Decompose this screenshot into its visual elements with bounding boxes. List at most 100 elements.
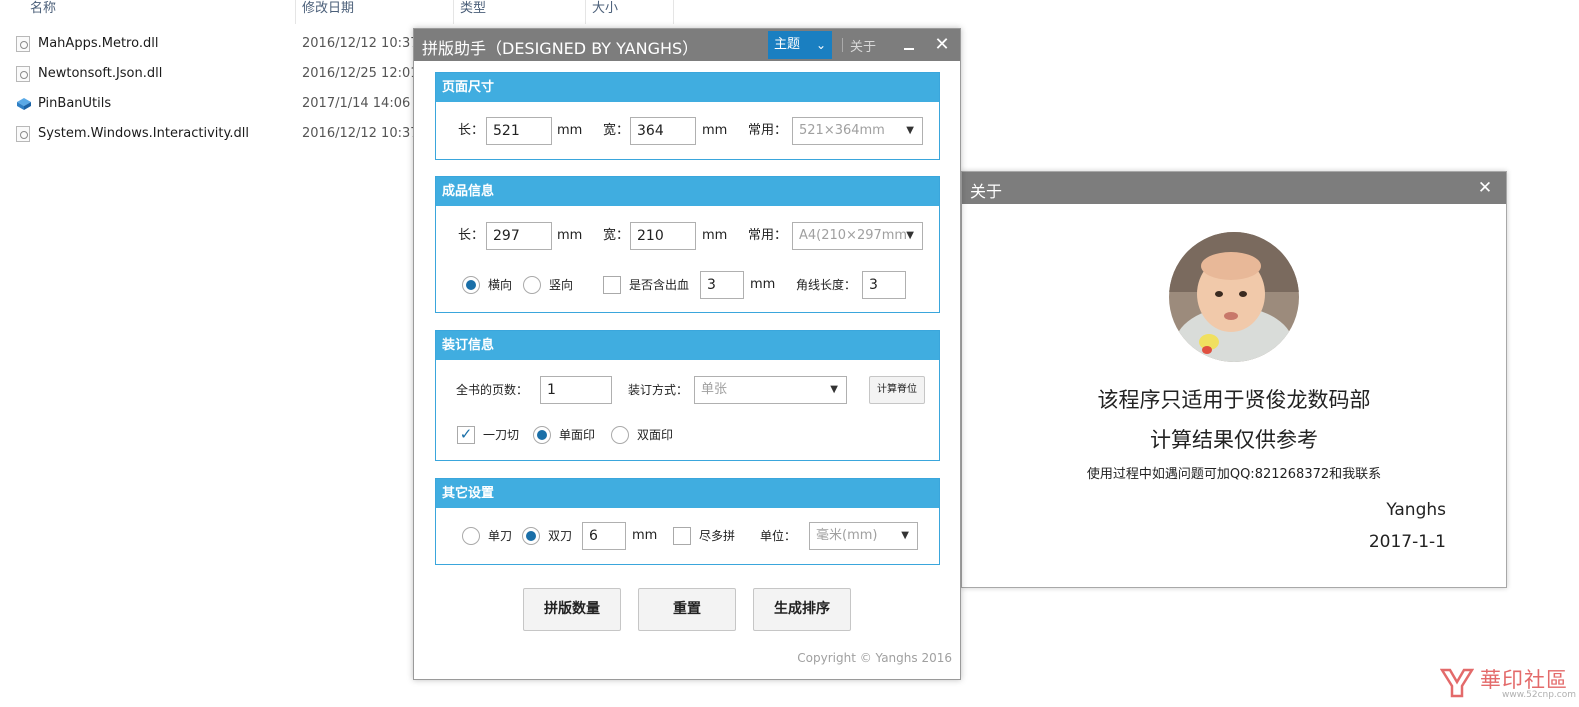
file-date: 2016/12/12 10:37 (302, 36, 419, 51)
product-width-input[interactable] (630, 222, 696, 250)
minimize-icon[interactable] (898, 33, 920, 57)
single-blade-radio[interactable] (462, 527, 480, 545)
product-common-select[interactable]: A4(210×297mm ▼ (792, 222, 923, 250)
product-width-label: 宽： (603, 228, 630, 243)
calc-spine-button[interactable]: 计算脊位 (869, 376, 925, 404)
page-width-label: 宽： (603, 123, 630, 138)
close-icon[interactable]: ✕ (930, 33, 954, 57)
dll-file-icon (16, 126, 30, 142)
about-author: Yanghs (1386, 500, 1446, 520)
page-size-group: 页面尺寸 长： mm 宽： mm 常用： 521×364mm ▼ (435, 72, 940, 160)
product-length-input[interactable] (486, 222, 552, 250)
about-line-1: 该程序只适用于贤俊龙数码部 (1097, 388, 1371, 412)
blade-unit: mm (632, 528, 658, 543)
page-length-label: 长： (458, 123, 485, 138)
portrait-label: 竖向 (549, 278, 574, 292)
dropdown-arrow-icon: ▼ (830, 384, 838, 395)
double-blade-label: 双刀 (548, 529, 573, 543)
file-name: MahApps.Metro.dll (38, 36, 159, 51)
dll-file-icon (16, 66, 30, 82)
main-window: 拼版助手（DESIGNED BY YANGHS） 主题 ⌄ 关于 ✕ 页面尺寸 … (413, 28, 961, 680)
generate-button[interactable]: 生成排序 (753, 588, 851, 631)
one-cut-checkbox[interactable]: ✓ (457, 426, 475, 444)
bleed-label: 是否含出血 (629, 278, 690, 292)
landscape-radio[interactable] (462, 276, 480, 294)
about-date: 2017-1-1 (1368, 532, 1446, 552)
author-avatar (1169, 232, 1299, 362)
theme-label: 主题 (774, 37, 801, 52)
about-close-icon[interactable]: ✕ (1474, 176, 1496, 200)
binding-method-label: 装订方式： (628, 383, 689, 397)
product-length-unit: mm (557, 228, 583, 243)
product-width-unit: mm (702, 228, 728, 243)
bleed-unit: mm (750, 277, 776, 292)
single-side-radio[interactable] (533, 426, 551, 444)
product-common-label: 常用： (748, 228, 788, 243)
corner-length-input[interactable] (862, 271, 906, 299)
max-layout-label: 尽多拼 (699, 529, 736, 543)
about-window-title: 关于 (970, 182, 1003, 201)
page-width-unit: mm (702, 123, 728, 138)
file-date: 2017/1/14 14:06 (302, 96, 411, 111)
about-link[interactable]: 关于 (850, 36, 876, 55)
unit-select[interactable]: 毫米(mm) ▼ (809, 522, 918, 550)
landscape-label: 横向 (488, 278, 513, 292)
product-common-value: A4(210×297mm (799, 228, 908, 243)
copyright-text: Copyright © Yanghs 2016 (797, 651, 952, 665)
other-settings-header: 其它设置 (436, 479, 939, 508)
page-common-select[interactable]: 521×364mm ▼ (792, 117, 923, 145)
single-blade-label: 单刀 (488, 529, 513, 543)
watermark-url: www.52cnp.com (1502, 690, 1577, 700)
file-date: 2016/12/25 12:01 (302, 66, 419, 81)
file-name: PinBanUtils (38, 96, 112, 111)
page-length-input[interactable] (486, 117, 552, 145)
about-titlebar[interactable]: 关于 ✕ (962, 172, 1506, 204)
column-modified[interactable]: 修改日期 (296, 0, 454, 24)
about-line-2: 计算结果仅供参考 (1150, 428, 1318, 452)
file-date: 2016/12/12 10:37 (302, 126, 419, 141)
product-length-label: 长： (458, 228, 485, 243)
about-window: 关于 ✕ 该程序只适用于贤俊龙数码部 计算结果仅供参考 使用过程中如遇问题可加Q… (961, 171, 1507, 588)
product-info-group: 成品信息 长： mm 宽： mm 常用： A4(210×297mm ▼ 横向 竖… (435, 176, 940, 313)
binding-info-group: 装订信息 全书的页数： 装订方式： 单张 ▼ 计算脊位 ✓ 一刀切 单面印 双面… (435, 330, 940, 461)
one-cut-label: 一刀切 (483, 428, 520, 442)
bleed-checkbox[interactable] (603, 276, 621, 294)
single-side-label: 单面印 (559, 428, 596, 442)
chevron-down-icon: ⌄ (815, 38, 826, 52)
column-size[interactable]: 大小 (586, 0, 674, 24)
theme-dropdown[interactable]: 主题 ⌄ (768, 31, 832, 59)
other-settings-group: 其它设置 单刀 双刀 mm 尽多拼 单位： 毫米(mm) ▼ (435, 478, 940, 565)
binding-method-value: 单张 (701, 382, 728, 397)
bleed-input[interactable] (700, 271, 744, 299)
app-icon (17, 98, 31, 110)
reset-button[interactable]: 重置 (638, 588, 736, 631)
layout-count-button[interactable]: 拼版数量 (523, 588, 621, 631)
page-common-value: 521×364mm (799, 123, 885, 138)
dropdown-arrow-icon: ▼ (906, 125, 914, 136)
about-contact: 使用过程中如遇问题可加QQ:821268372和我联系 (1086, 467, 1382, 482)
double-side-label: 双面印 (637, 428, 674, 442)
double-blade-radio[interactable] (522, 527, 540, 545)
unit-value: 毫米(mm) (816, 528, 878, 543)
blade-input[interactable] (582, 522, 626, 550)
column-name[interactable]: 名称 (24, 0, 296, 24)
window-title: 拼版助手（DESIGNED BY YANGHS） (422, 39, 699, 58)
main-titlebar[interactable]: 拼版助手（DESIGNED BY YANGHS） 主题 ⌄ 关于 ✕ (414, 29, 960, 61)
title-separator (842, 38, 843, 52)
binding-method-select[interactable]: 单张 ▼ (694, 376, 847, 404)
page-width-input[interactable] (630, 117, 696, 145)
double-side-radio[interactable] (611, 426, 629, 444)
page-size-header: 页面尺寸 (436, 73, 939, 102)
column-type[interactable]: 类型 (454, 0, 586, 24)
dropdown-arrow-icon: ▼ (901, 530, 909, 541)
product-info-header: 成品信息 (436, 177, 939, 206)
unit-label: 单位： (760, 529, 797, 543)
corner-length-label: 角线长度： (796, 278, 857, 292)
page-common-label: 常用： (748, 123, 788, 138)
max-layout-checkbox[interactable] (673, 527, 691, 545)
portrait-radio[interactable] (523, 276, 541, 294)
pages-label: 全书的页数： (456, 383, 529, 397)
pages-input[interactable] (540, 376, 612, 404)
binding-info-header: 装订信息 (436, 331, 939, 360)
page-length-unit: mm (557, 123, 583, 138)
